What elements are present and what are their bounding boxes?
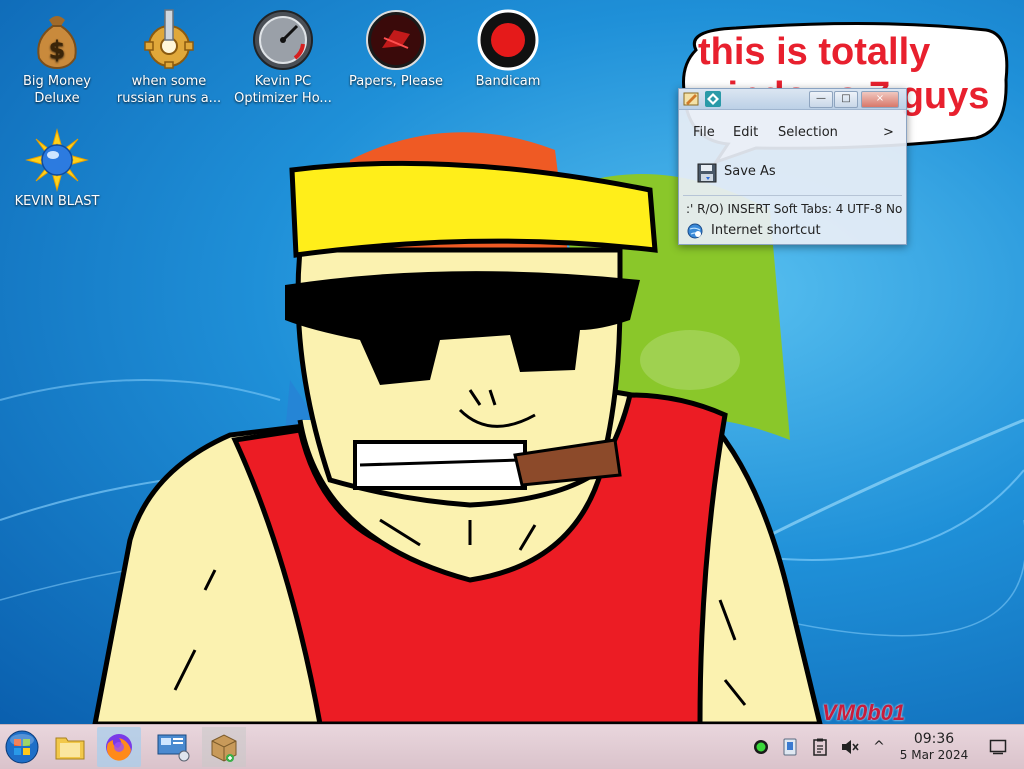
menu-more-chevron-icon[interactable]: > [883,125,894,140]
globe-icon [687,223,703,239]
close-button[interactable]: × [861,91,899,108]
clipboard-tray-icon[interactable] [780,737,800,757]
papers-please-icon [366,10,426,70]
menu-file[interactable]: File [693,125,715,140]
maximize-button[interactable]: □ [834,91,858,108]
desktop-icon-label: Deluxe [34,91,80,106]
desktop-icon-bandicam[interactable]: Bandicam [453,8,563,90]
desktop-icon-russian[interactable]: when some russian runs a... [114,8,224,107]
menu-edit[interactable]: Edit [733,125,758,140]
desktop-icon-label: Kevin PC [254,74,312,89]
clock-time: 09:36 [913,731,955,747]
speech-bubble-line: this is totally [698,31,931,73]
chevron-up-icon: ^ [873,739,885,755]
tray-expand-button[interactable]: ^ [869,737,889,757]
desktop-icon-kevin-blast[interactable]: KEVIN BLAST [2,128,112,210]
desktop-icon-label: Big Money [22,74,91,89]
editor-window[interactable]: — □ × File Edit Selection > Save As :' R… [678,88,907,245]
clipboard-icon [813,738,827,756]
pencil-icon[interactable] [682,90,700,108]
bandicam-icon [477,9,539,71]
show-desktop-button[interactable] [988,737,1008,757]
start-button[interactable] [0,727,44,767]
file-manager-icon [55,737,85,760]
speedometer-icon [253,10,313,70]
watermark-text: VM0b01 [822,700,906,724]
divider [683,195,902,196]
internet-shortcut-label: Internet shortcut [711,223,821,238]
notes-tray-icon[interactable] [810,737,830,757]
desktop-icon-label: KEVIN BLAST [14,194,100,209]
network-status-icon[interactable] [751,737,771,757]
editor-app-icon[interactable] [704,90,722,108]
desktop-icon-kevin-pc-optimizer[interactable]: Kevin PC Optimizer Ho... [228,8,338,107]
desktop-icon-label: Bandicam [475,74,541,89]
window-titlebar[interactable]: — □ × [679,89,906,110]
floppy-disk-icon [697,163,717,183]
minimize-button[interactable]: — [809,91,833,108]
control-panel-icon [157,734,190,762]
desktop-icon-label: russian runs a... [116,91,222,106]
clock-date: 5 Mar 2024 [899,748,969,762]
volume-muted-button[interactable] [840,737,860,757]
desktop-icon-papers-please[interactable]: Papers, Please [341,8,451,90]
desktop-icon-big-money-deluxe[interactable]: $ Big Money Deluxe [2,8,112,107]
status-bar-text: :' R/O) INSERT Soft Tabs: 4 UTF-8 Normal [686,202,902,216]
taskbar: ^ 09:36 5 Mar 2024 [0,724,1024,769]
svg-text:$: $ [49,36,66,64]
taskbar-firefox[interactable] [97,727,141,767]
desktop-icon-label: Papers, Please [348,74,444,89]
start-orb-icon [5,730,39,764]
package-icon [211,734,237,762]
taskbar-control-panel[interactable] [151,727,195,767]
taskbar-package-installer[interactable] [202,727,246,767]
menu-selection[interactable]: Selection [778,125,838,140]
kevin-blast-icon [25,128,89,192]
firefox-icon [106,734,132,761]
desktop-icon-label: when some [131,74,207,89]
taskbar-file-manager[interactable] [48,727,92,767]
speaker-muted-icon [842,740,859,754]
save-as-label: Save As [724,164,776,179]
clock[interactable]: 09:36 5 Mar 2024 [894,731,974,763]
menu-bar: File Edit Selection > [679,123,906,145]
money-bag-icon: $ [37,16,77,70]
status-dot-icon [754,740,768,754]
gear-icon [144,9,194,69]
device-icon [783,738,797,756]
show-desktop-icon [989,739,1007,755]
desktop-icon-label: Optimizer Ho... [234,91,332,106]
desktop[interactable]: $ Big Money Deluxe when some russian run… [0,0,1024,724]
